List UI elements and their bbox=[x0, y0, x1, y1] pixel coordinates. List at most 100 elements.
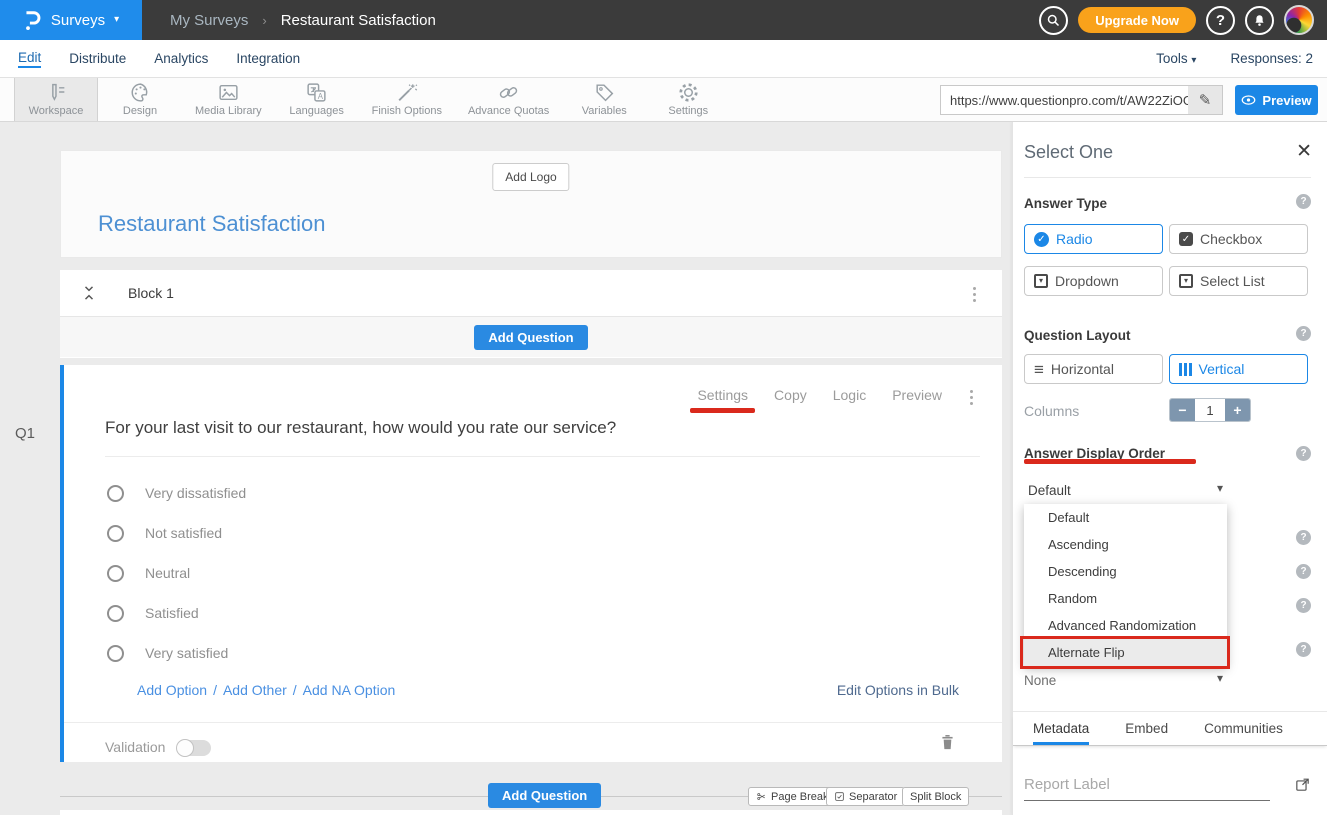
hidden-setting-help-icon[interactable]: ? bbox=[1296, 530, 1311, 545]
external-link-icon[interactable] bbox=[1294, 776, 1311, 798]
answer-type-select-list[interactable]: ▾ Select List bbox=[1169, 266, 1308, 296]
split-block-label: Split Block bbox=[910, 791, 961, 803]
toolbar-media-library-label: Media Library bbox=[195, 105, 262, 117]
search-button[interactable] bbox=[1039, 6, 1068, 35]
add-na-option-link[interactable]: Add NA Option bbox=[303, 682, 396, 698]
validation-toggle[interactable] bbox=[177, 740, 211, 756]
tab-analytics[interactable]: Analytics bbox=[154, 51, 208, 66]
question-menu-kebab-icon[interactable] bbox=[966, 386, 977, 409]
answer-display-order-help-icon[interactable]: ? bbox=[1296, 446, 1311, 461]
toolbar-settings[interactable]: Settings bbox=[646, 78, 730, 121]
add-question-button[interactable]: Add Question bbox=[474, 325, 587, 350]
answer-type-dropdown[interactable]: ▾ Dropdown bbox=[1024, 266, 1163, 296]
tab-communities[interactable]: Communities bbox=[1204, 721, 1283, 745]
survey-url-input[interactable] bbox=[940, 85, 1188, 115]
hidden-setting-help-icon[interactable]: ? bbox=[1296, 564, 1311, 579]
radio-icon[interactable] bbox=[107, 565, 124, 582]
add-logo-button[interactable]: Add Logo bbox=[492, 163, 569, 191]
add-question-button-bottom[interactable]: Add Question bbox=[488, 783, 601, 808]
question-tab-logic[interactable]: Logic bbox=[833, 387, 866, 403]
question-tab-settings[interactable]: Settings bbox=[697, 387, 748, 403]
toolbar-finish-options[interactable]: Finish Options bbox=[359, 78, 455, 121]
caret-down-icon[interactable]: ▾ bbox=[1217, 481, 1223, 495]
product-switcher[interactable]: Surveys ▾ bbox=[0, 0, 142, 40]
columns-increment-button[interactable]: + bbox=[1225, 399, 1250, 421]
menu-item-advanced-randomization[interactable]: Advanced Randomization bbox=[1024, 612, 1227, 639]
menu-item-default[interactable]: Default bbox=[1024, 504, 1227, 531]
add-other-link[interactable]: Add Other bbox=[223, 682, 287, 698]
survey-title[interactable]: Restaurant Satisfaction bbox=[98, 211, 325, 237]
preview-button[interactable]: Preview bbox=[1235, 85, 1318, 115]
tools-menu[interactable]: Tools ▾ bbox=[1156, 51, 1196, 66]
responses-count[interactable]: Responses: 2 bbox=[1230, 51, 1313, 66]
answer-option[interactable]: Not satisfied bbox=[107, 513, 246, 553]
menu-item-ascending[interactable]: Ascending bbox=[1024, 531, 1227, 558]
tab-metadata[interactable]: Metadata bbox=[1033, 721, 1089, 745]
radio-icon[interactable] bbox=[107, 645, 124, 662]
toolbar-languages[interactable]: A Languages bbox=[275, 78, 359, 121]
upgrade-now-button[interactable]: Upgrade Now bbox=[1078, 7, 1196, 33]
add-option-link[interactable]: Add Option bbox=[137, 682, 207, 698]
toolbar-advance-quotas[interactable]: Advance Quotas bbox=[455, 78, 562, 121]
breadcrumb-my-surveys[interactable]: My Surveys bbox=[170, 12, 248, 29]
validation-label: Validation bbox=[105, 739, 165, 755]
answer-option[interactable]: Satisfied bbox=[107, 593, 246, 633]
menu-item-random[interactable]: Random bbox=[1024, 585, 1227, 612]
layout-horizontal[interactable]: ≡ Horizontal bbox=[1024, 354, 1163, 384]
answer-option[interactable]: Very satisfied bbox=[107, 633, 246, 673]
toolbar-variables[interactable]: Variables bbox=[562, 78, 646, 121]
answer-option[interactable]: Very dissatisfied bbox=[107, 473, 246, 513]
toolbar-finish-options-label: Finish Options bbox=[372, 105, 442, 117]
answer-option[interactable]: Neutral bbox=[107, 553, 246, 593]
columns-value-input[interactable] bbox=[1195, 399, 1225, 421]
tab-edit[interactable]: Edit bbox=[18, 50, 41, 68]
question-text[interactable]: For your last visit to our restaurant, h… bbox=[105, 418, 616, 438]
help-button[interactable]: ? bbox=[1206, 6, 1235, 35]
columns-label: Columns bbox=[1024, 403, 1079, 419]
answer-type-radio[interactable]: ✓ Radio bbox=[1024, 224, 1163, 254]
toolbar-media-library[interactable]: Media Library bbox=[182, 78, 275, 121]
collapse-block-icon[interactable] bbox=[82, 283, 96, 303]
report-label-input[interactable] bbox=[1024, 772, 1270, 801]
edit-url-button[interactable]: ✎ bbox=[1188, 85, 1223, 115]
radio-icon[interactable] bbox=[107, 525, 124, 542]
page-break-button[interactable]: Page Break bbox=[748, 787, 836, 806]
menu-item-descending[interactable]: Descending bbox=[1024, 558, 1227, 585]
tab-embed[interactable]: Embed bbox=[1125, 721, 1168, 745]
none-select[interactable]: None bbox=[1024, 673, 1056, 688]
split-block-button[interactable]: Split Block bbox=[902, 787, 969, 806]
close-icon[interactable]: ✕ bbox=[1296, 140, 1312, 163]
toolbar-workspace[interactable]: Workspace bbox=[14, 78, 98, 121]
notifications-button[interactable] bbox=[1245, 6, 1274, 35]
menu-item-alternate-flip[interactable]: Alternate Flip bbox=[1024, 639, 1227, 666]
radio-icon[interactable] bbox=[107, 605, 124, 622]
answer-display-order-select[interactable]: Default bbox=[1028, 483, 1071, 498]
toolbar-design-label: Design bbox=[123, 105, 157, 117]
columns-decrement-button[interactable]: − bbox=[1170, 399, 1195, 421]
horizontal-lines-icon: ≡ bbox=[1034, 361, 1044, 378]
toolbar-design[interactable]: Design bbox=[98, 78, 182, 121]
hidden-setting-help-icon[interactable]: ? bbox=[1296, 642, 1311, 657]
answer-type-checkbox-label: Checkbox bbox=[1200, 231, 1262, 247]
avatar[interactable] bbox=[1284, 5, 1314, 35]
edit-options-in-bulk-link[interactable]: Edit Options in Bulk bbox=[837, 682, 959, 698]
finish-options-icon bbox=[395, 81, 418, 104]
answer-type-checkbox[interactable]: ✓ Checkbox bbox=[1169, 224, 1308, 254]
block-card: Block 1 Add Question bbox=[60, 270, 1002, 358]
question-tab-preview[interactable]: Preview bbox=[892, 387, 942, 403]
radio-icon[interactable] bbox=[107, 485, 124, 502]
tab-distribute[interactable]: Distribute bbox=[69, 51, 126, 66]
separator-button[interactable]: Separator bbox=[826, 787, 905, 806]
block-menu-kebab-icon[interactable] bbox=[969, 283, 980, 306]
question-layout-help-icon[interactable]: ? bbox=[1296, 326, 1311, 341]
caret-down-icon[interactable]: ▾ bbox=[1217, 671, 1223, 685]
hidden-setting-help-icon[interactable]: ? bbox=[1296, 598, 1311, 613]
question-tab-copy[interactable]: Copy bbox=[774, 387, 807, 403]
block-title[interactable]: Block 1 bbox=[128, 285, 174, 301]
breadcrumb-separator: › bbox=[262, 13, 266, 28]
layout-vertical[interactable]: Vertical bbox=[1169, 354, 1308, 384]
answer-type-help-icon[interactable]: ? bbox=[1296, 194, 1311, 209]
trash-icon[interactable] bbox=[939, 731, 956, 757]
bell-icon bbox=[1252, 13, 1267, 28]
tab-integration[interactable]: Integration bbox=[236, 51, 300, 66]
